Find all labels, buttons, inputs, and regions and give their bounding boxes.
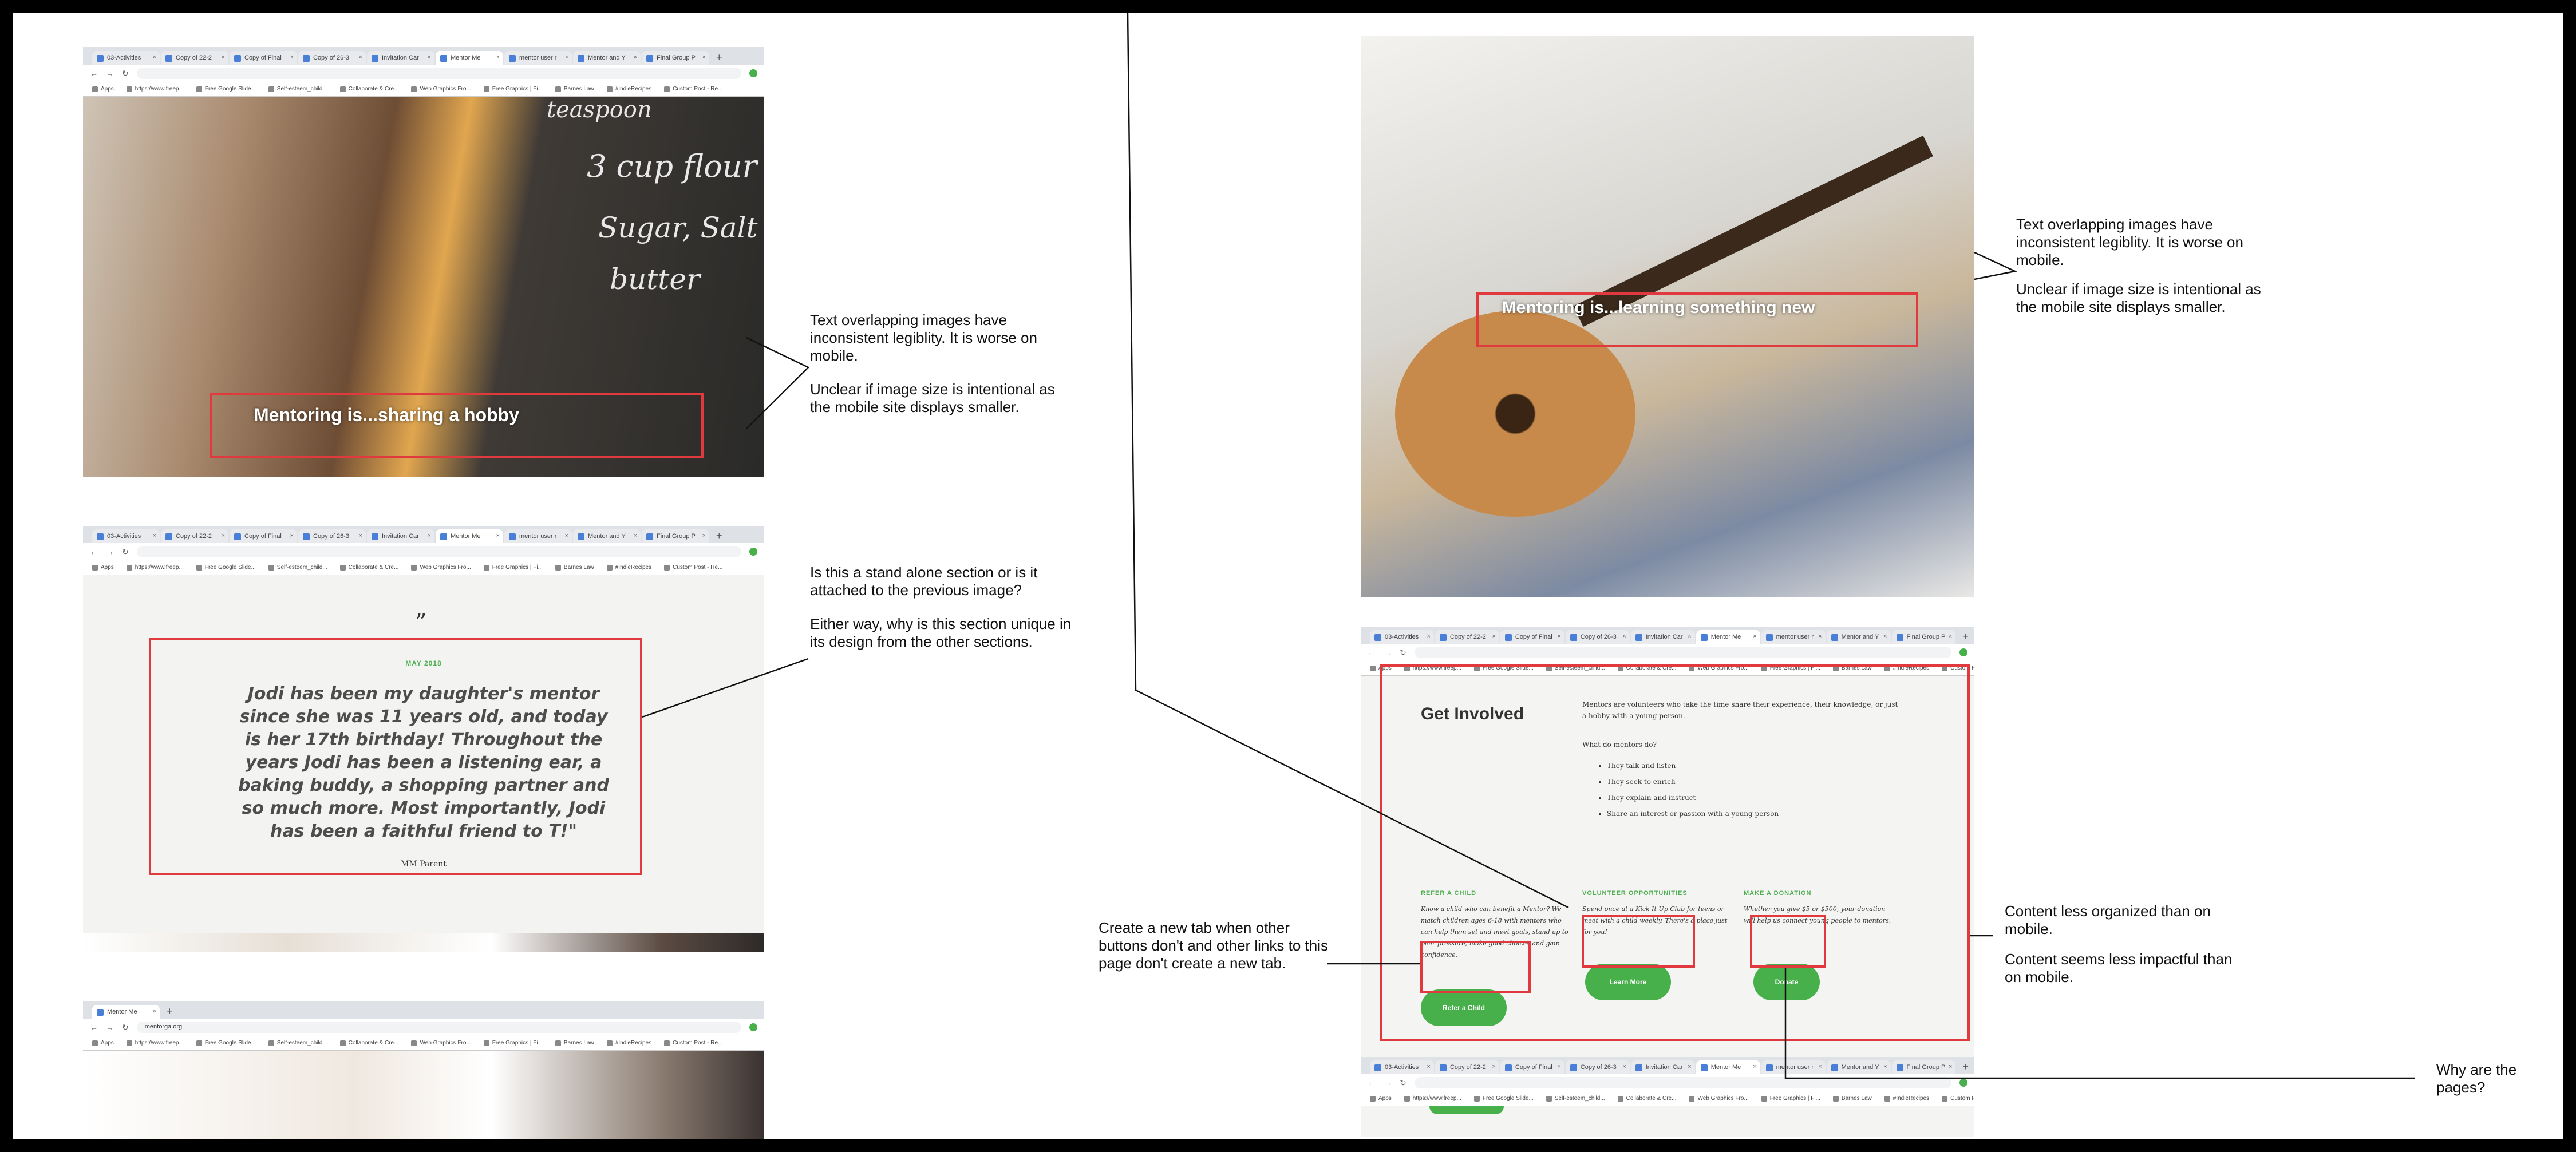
annotation-text: Why are the pages? — [2436, 1061, 2517, 1096]
annotation-legibility-hobby: Text overlapping images have inconsisten… — [810, 311, 1079, 416]
annotation-text: Unclear if image size is intentional as … — [2016, 280, 2261, 315]
annotation-legibility-guitar: Text overlapping images have inconsisten… — [2016, 216, 2262, 316]
annotation-standalone-section: Is this a stand alone section or is it a… — [810, 564, 1079, 651]
annotation-text: Is this a stand alone section or is it a… — [810, 564, 1038, 599]
annotation-text: Either way, why is this section unique i… — [810, 615, 1072, 650]
annotation-text: Unclear if image size is intentional as … — [810, 381, 1055, 415]
canvas: 03-Activities × Copy of 22-2 × Copy of Final… — [13, 13, 2563, 1139]
annotation-pages: Why are the pages? — [2436, 1061, 2539, 1096]
annotation-text: Text overlapping images have inconsisten… — [810, 311, 1037, 364]
annotation-new-tab: Create a new tab when other buttons don'… — [1099, 919, 1339, 972]
annotation-organization: Content less organized than on mobile. C… — [2005, 902, 2251, 986]
annotation-text: Text overlapping images have inconsisten… — [2016, 216, 2243, 268]
annotation-text: Create a new tab when other buttons don'… — [1099, 919, 1328, 972]
annotation-text: Content seems less impactful than on mob… — [2005, 951, 2233, 985]
annotation-text: Content less organized than on mobile. — [2005, 902, 2211, 937]
